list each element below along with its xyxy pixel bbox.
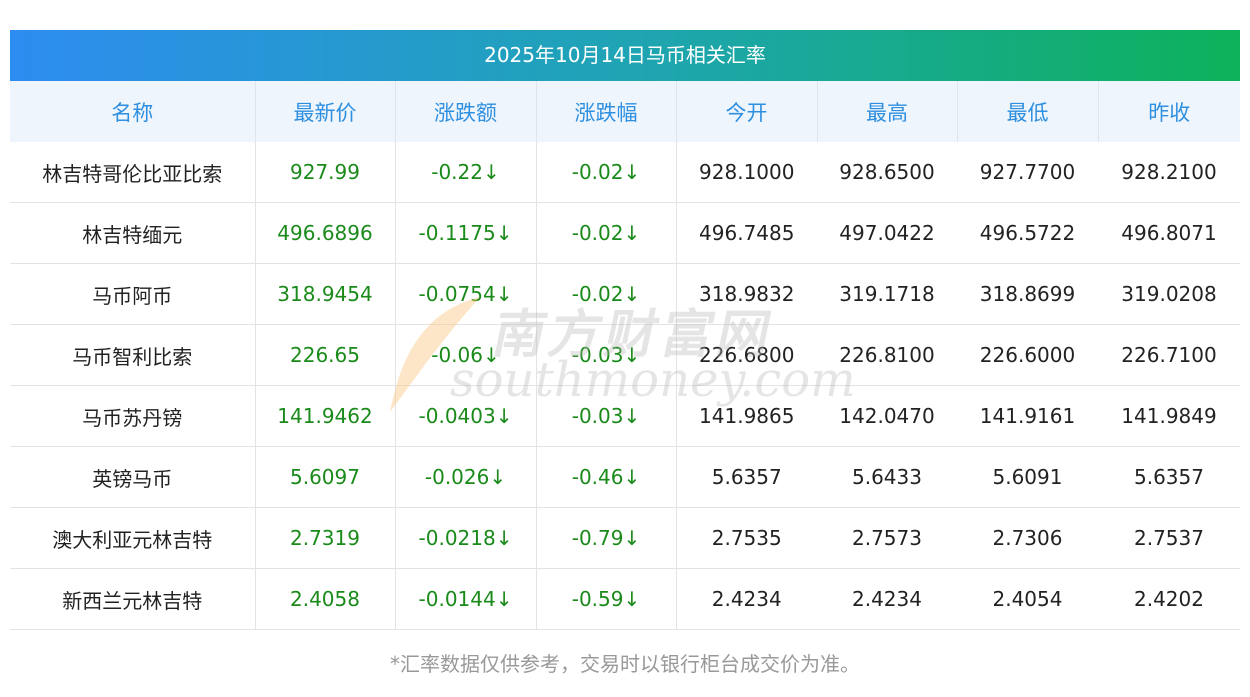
cell-latest: 318.9454: [255, 263, 396, 325]
table-row: 新西兰元林吉特 2.4058 -0.0144↓ -0.59↓ 2.4234 2.4234 2…: [10, 568, 1240, 630]
column-header-prev-close: 昨收: [1098, 81, 1240, 142]
cell-low: 2.4054: [957, 568, 1098, 630]
cell-prev-close: 496.8071: [1098, 202, 1240, 264]
column-header-latest: 最新价: [255, 81, 396, 142]
cell-prev-close: 2.7537: [1098, 507, 1240, 569]
cell-low: 5.6091: [957, 446, 1098, 508]
cell-latest: 2.4058: [255, 568, 396, 630]
cell-prev-close: 928.2100: [1098, 142, 1240, 203]
cell-change-pct: -0.59↓: [536, 568, 677, 630]
cell-high: 928.6500: [817, 142, 957, 203]
cell-latest: 2.7319: [255, 507, 396, 569]
rates-table: 名称 最新价 涨跌额 涨跌幅 今开 最高 最低 昨收 林吉特哥伦比亚比索 927.…: [10, 81, 1240, 630]
cell-change: -0.06↓: [395, 324, 537, 386]
cell-low: 318.8699: [957, 263, 1098, 325]
cell-high: 2.7573: [817, 507, 957, 569]
cell-change: -0.1175↓: [395, 202, 537, 264]
cell-prev-close: 2.4202: [1098, 568, 1240, 630]
cell-open: 5.6357: [676, 446, 817, 508]
cell-change: -0.0218↓: [395, 507, 537, 569]
cell-open: 928.1000: [676, 142, 817, 203]
cell-latest: 226.65: [255, 324, 396, 386]
table-row: 马币阿币 318.9454 -0.0754↓ -0.02↓ 318.9832 319.17…: [10, 263, 1240, 325]
table-row: 澳大利亚元林吉特 2.7319 -0.0218↓ -0.79↓ 2.7535 2.7573…: [10, 507, 1240, 569]
cell-high: 2.4234: [817, 568, 957, 630]
table-row: 马币苏丹镑 141.9462 -0.0403↓ -0.03↓ 141.9865 142.0…: [10, 385, 1240, 447]
column-header-name: 名称: [10, 81, 256, 142]
column-header-high: 最高: [817, 81, 958, 142]
cell-change-pct: -0.03↓: [536, 324, 677, 386]
cell-open: 2.4234: [676, 568, 817, 630]
table-title: 2025年10月14日马币相关汇率: [10, 30, 1240, 81]
cell-change: -0.22↓: [395, 142, 537, 203]
cell-change-pct: -0.02↓: [536, 263, 677, 325]
cell-change-pct: -0.79↓: [536, 507, 677, 569]
cell-change-pct: -0.02↓: [536, 142, 677, 203]
cell-low: 141.9161: [957, 385, 1098, 447]
cell-name: 马币苏丹镑: [10, 385, 256, 447]
cell-latest: 141.9462: [255, 385, 396, 447]
table-row: 林吉特缅元 496.6896 -0.1175↓ -0.02↓ 496.7485 497.0…: [10, 202, 1240, 264]
column-header-change-pct: 涨跌幅: [536, 81, 677, 142]
table-header-row: 名称 最新价 涨跌额 涨跌幅 今开 最高 最低 昨收: [10, 81, 1240, 142]
cell-change: -0.0403↓: [395, 385, 537, 447]
table-row: 林吉特哥伦比亚比索 927.99 -0.22↓ -0.02↓ 928.1000 928.6…: [10, 142, 1240, 203]
cell-name: 马币阿币: [10, 263, 256, 325]
footer-disclaimer: *汇率数据仅供参考，交易时以银行柜台成交价为准。: [390, 652, 860, 676]
cell-prev-close: 5.6357: [1098, 446, 1240, 508]
cell-open: 226.6800: [676, 324, 817, 386]
cell-latest: 927.99: [255, 142, 396, 203]
cell-open: 2.7535: [676, 507, 817, 569]
cell-high: 497.0422: [817, 202, 957, 264]
cell-latest: 5.6097: [255, 446, 396, 508]
cell-change-pct: -0.46↓: [536, 446, 677, 508]
cell-name: 澳大利亚元林吉特: [10, 507, 256, 569]
cell-name: 林吉特哥伦比亚比索: [10, 142, 256, 203]
cell-low: 927.7700: [957, 142, 1098, 203]
cell-prev-close: 319.0208: [1098, 263, 1240, 325]
column-header-change: 涨跌额: [395, 81, 537, 142]
cell-prev-close: 141.9849: [1098, 385, 1240, 447]
cell-change-pct: -0.03↓: [536, 385, 677, 447]
cell-low: 2.7306: [957, 507, 1098, 569]
cell-change: -0.0144↓: [395, 568, 537, 630]
table-row: 马币智利比索 226.65 -0.06↓ -0.03↓ 226.6800 226.8100…: [10, 324, 1240, 386]
cell-change-pct: -0.02↓: [536, 202, 677, 264]
column-header-open: 今开: [676, 81, 818, 142]
cell-high: 5.6433: [817, 446, 957, 508]
cell-high: 226.8100: [817, 324, 957, 386]
table-row: 英镑马币 5.6097 -0.026↓ -0.46↓ 5.6357 5.6433 5.609…: [10, 446, 1240, 508]
cell-name: 林吉特缅元: [10, 202, 256, 264]
cell-name: 马币智利比索: [10, 324, 256, 386]
cell-latest: 496.6896: [255, 202, 396, 264]
cell-high: 319.1718: [817, 263, 957, 325]
cell-low: 226.6000: [957, 324, 1098, 386]
cell-change: -0.0754↓: [395, 263, 537, 325]
rates-table-container: 2025年10月14日马币相关汇率 名称 最新价 涨跌额 涨跌幅 今开 最高 最…: [10, 30, 1240, 630]
column-header-low: 最低: [957, 81, 1099, 142]
cell-high: 142.0470: [817, 385, 957, 447]
cell-prev-close: 226.7100: [1098, 324, 1240, 386]
cell-open: 141.9865: [676, 385, 817, 447]
cell-name: 新西兰元林吉特: [10, 568, 256, 630]
cell-change: -0.026↓: [395, 446, 537, 508]
cell-low: 496.5722: [957, 202, 1098, 264]
cell-name: 英镑马币: [10, 446, 256, 508]
cell-open: 318.9832: [676, 263, 817, 325]
cell-open: 496.7485: [676, 202, 817, 264]
